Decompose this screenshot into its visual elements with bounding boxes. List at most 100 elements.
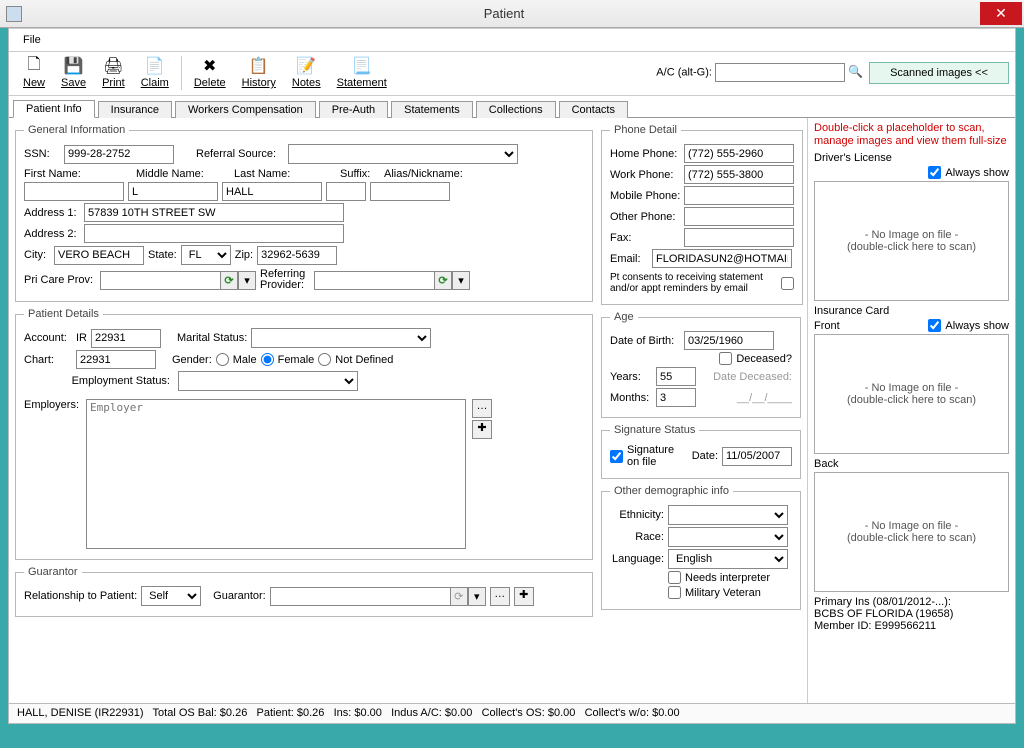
chevron-down-icon[interactable]: ▾: [468, 587, 486, 606]
dl-image-box[interactable]: - No Image on file - (double-click here …: [814, 181, 1009, 301]
suffix-input[interactable]: [326, 182, 366, 201]
gender-female-radio[interactable]: [261, 353, 274, 366]
date-deceased-val: __/__/____: [700, 392, 792, 404]
home-phone-input[interactable]: [684, 144, 794, 163]
female-label: Female: [278, 354, 315, 366]
refresh-icon[interactable]: ⟳: [434, 271, 452, 290]
tab-contacts[interactable]: Contacts: [559, 101, 628, 118]
print-button[interactable]: 🖨Print: [94, 54, 133, 91]
ac-input[interactable]: [715, 63, 845, 82]
history-button[interactable]: 📋History: [234, 54, 284, 91]
claim-button[interactable]: 📄Claim: [133, 54, 177, 91]
save-button[interactable]: 💾Save: [53, 54, 94, 91]
drivers-license-title: Driver's License: [814, 152, 1009, 164]
dl-always-checkbox[interactable]: [928, 166, 941, 179]
referral-label: Referral Source:: [196, 148, 284, 160]
tab-patient-info[interactable]: Patient Info: [13, 100, 95, 118]
ssn-input[interactable]: [64, 145, 174, 164]
employer-edit-button[interactable]: …: [472, 399, 492, 418]
interpreter-checkbox[interactable]: [668, 571, 681, 584]
email-label: Email:: [610, 253, 648, 265]
pri-care-input[interactable]: [100, 271, 220, 290]
chevron-down-icon[interactable]: ▾: [452, 271, 470, 290]
back-title: Back: [814, 458, 1009, 470]
address1-input[interactable]: [84, 203, 344, 222]
ins-back-image-box[interactable]: - No Image on file - (double-click here …: [814, 472, 1009, 592]
account-input[interactable]: [91, 329, 161, 348]
referral-source-select[interactable]: [288, 144, 518, 164]
notes-button[interactable]: 📝Notes: [284, 54, 329, 91]
signature-date-input[interactable]: [722, 447, 792, 466]
delete-button[interactable]: ✖Delete: [186, 54, 234, 91]
address2-input[interactable]: [84, 224, 344, 243]
gender-label: Gender:: [172, 354, 212, 366]
ins-front-image-box[interactable]: - No Image on file - (double-click here …: [814, 334, 1009, 454]
binoculars-icon[interactable]: 🔍: [848, 65, 863, 79]
guarantor-edit-button[interactable]: …: [490, 587, 510, 606]
marital-select[interactable]: [251, 328, 431, 348]
status-cwo: Collect's w/o: $0.00: [585, 707, 680, 719]
veteran-checkbox[interactable]: [668, 586, 681, 599]
mobile-phone-label: Mobile Phone:: [610, 190, 680, 202]
signature-checkbox[interactable]: [610, 450, 623, 463]
menu-file[interactable]: File: [15, 32, 49, 48]
consent-checkbox[interactable]: [781, 277, 794, 290]
tab-pre-auth[interactable]: Pre-Auth: [319, 101, 388, 118]
chart-input[interactable]: [76, 350, 156, 369]
city-input[interactable]: [54, 246, 144, 265]
mobile-phone-input[interactable]: [684, 186, 794, 205]
marital-label: Marital Status:: [177, 332, 247, 344]
years-input[interactable]: [656, 367, 696, 386]
chevron-down-icon[interactable]: ▾: [238, 271, 256, 290]
guarantor-add-button[interactable]: ✚: [514, 587, 534, 606]
middle-name-input[interactable]: [128, 182, 218, 201]
deceased-checkbox[interactable]: [719, 352, 732, 365]
referring-input[interactable]: [314, 271, 434, 290]
general-legend: General Information: [24, 124, 129, 136]
first-name-input[interactable]: [24, 182, 124, 201]
refresh-icon[interactable]: ⟳: [220, 271, 238, 290]
tab-statements[interactable]: Statements: [391, 101, 473, 118]
email-input[interactable]: [652, 249, 792, 268]
fax-input[interactable]: [684, 228, 794, 247]
gender-male-radio[interactable]: [216, 353, 229, 366]
statement-button[interactable]: 📃Statement: [329, 54, 395, 91]
save-icon: 💾: [64, 56, 84, 76]
close-button[interactable]: ✕: [980, 2, 1022, 25]
sig-date-label: Date:: [692, 450, 718, 462]
last-name-label: Last Name:: [234, 168, 336, 180]
employers-list[interactable]: [86, 399, 466, 549]
language-select[interactable]: English: [668, 549, 788, 569]
employer-add-button[interactable]: ✚: [472, 420, 492, 439]
sig-legend: Signature Status: [610, 424, 699, 436]
employment-select[interactable]: [178, 371, 358, 391]
last-name-input[interactable]: [222, 182, 322, 201]
ethnicity-select[interactable]: [668, 505, 788, 525]
alias-input[interactable]: [370, 182, 450, 201]
relationship-select[interactable]: Self: [141, 586, 201, 606]
zip-input[interactable]: [257, 246, 337, 265]
refresh-icon[interactable]: ⟳: [450, 587, 468, 606]
state-select[interactable]: FL: [181, 245, 231, 265]
tab-insurance[interactable]: Insurance: [98, 101, 172, 118]
ins-always-checkbox[interactable]: [928, 319, 941, 332]
new-button[interactable]: 🗋New: [15, 54, 53, 91]
guarantor-input[interactable]: [270, 587, 450, 606]
months-input[interactable]: [656, 388, 696, 407]
race-select[interactable]: [668, 527, 788, 547]
new-icon: 🗋: [24, 56, 44, 76]
print-icon: 🖨: [103, 56, 123, 76]
always-show-label: Always show: [945, 167, 1009, 179]
consent-text: Pt consents to receiving statement and/o…: [610, 272, 777, 294]
tab-workers-comp[interactable]: Workers Compensation: [175, 101, 316, 118]
member-id-line: Member ID: E999566211: [814, 620, 1009, 632]
scan-hint-text: (double-click here to scan): [847, 241, 976, 253]
guarantor-label: Guarantor:: [213, 590, 266, 602]
dob-input[interactable]: [684, 331, 774, 350]
scanned-images-button[interactable]: Scanned images <<: [869, 62, 1009, 84]
work-phone-input[interactable]: [684, 165, 794, 184]
pri-care-label: Pri Care Prov:: [24, 274, 96, 286]
gender-notdef-radio[interactable]: [318, 353, 331, 366]
tab-collections[interactable]: Collections: [476, 101, 556, 118]
other-phone-input[interactable]: [684, 207, 794, 226]
